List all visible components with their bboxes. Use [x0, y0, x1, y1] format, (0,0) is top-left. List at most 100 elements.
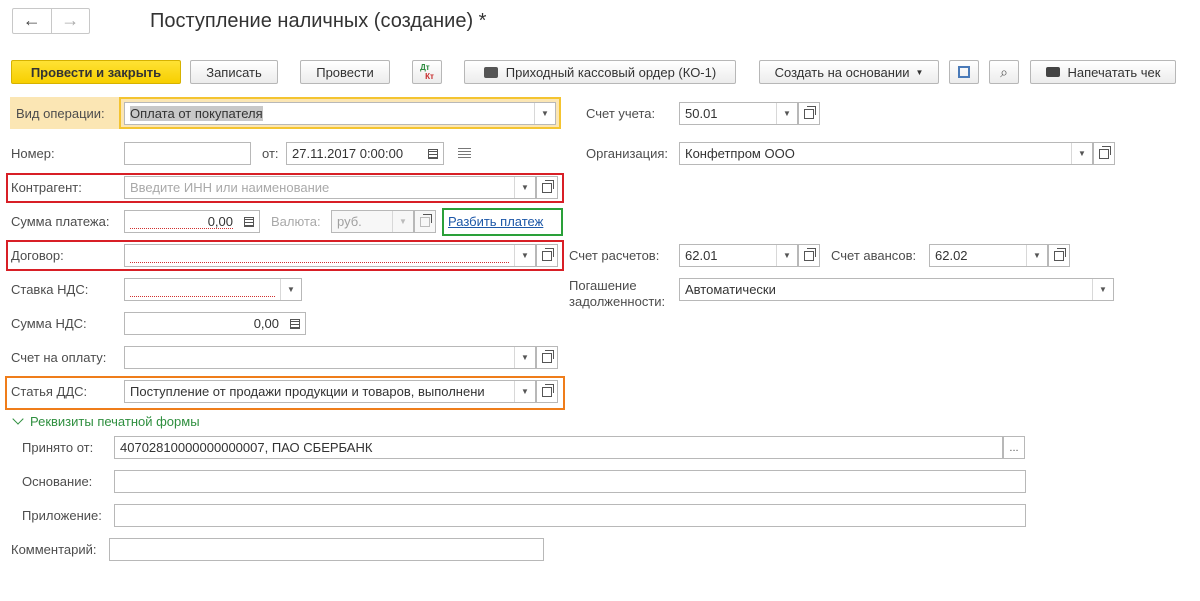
vat-sum-label: Сумма НДС:	[11, 316, 87, 331]
calculator-icon[interactable]	[285, 313, 305, 334]
settlement-account-value: 62.01	[685, 248, 718, 263]
open-icon	[1054, 247, 1066, 261]
open-icon	[542, 179, 554, 193]
required-underline	[130, 228, 233, 229]
operation-type-value: Оплата от покупателя	[130, 106, 263, 121]
counterparty-label: Контрагент:	[11, 180, 82, 195]
operation-type-select[interactable]: Оплата от покупателя ▼	[124, 102, 556, 125]
split-payment-link[interactable]: Разбить платеж	[448, 214, 543, 230]
number-label: Номер:	[11, 146, 55, 161]
chevron-down-icon[interactable]: ▼	[514, 245, 535, 266]
currency-select: руб. ▼	[331, 210, 414, 233]
organization-value: Конфетпром ООО	[685, 146, 795, 161]
create-based-label: Создать на основании	[774, 64, 910, 80]
structure-button[interactable]	[949, 60, 979, 84]
attach-button[interactable]: ⌕	[989, 60, 1019, 84]
dt-kt-button[interactable]: Дт Кт	[412, 60, 442, 84]
open-icon	[804, 105, 816, 119]
organization-select[interactable]: Конфетпром ООО ▼	[679, 142, 1093, 165]
date-input[interactable]: 27.11.2017 0:00:00	[286, 142, 444, 165]
account-select[interactable]: 50.01 ▼	[679, 102, 798, 125]
basis-input[interactable]	[114, 470, 1026, 493]
payment-sum-input[interactable]: 0,00	[124, 210, 260, 233]
chevron-down-icon[interactable]: ▼	[1092, 279, 1113, 300]
received-from-value: 40702810000000000007, ПАО СБЕРБАНК	[120, 440, 373, 455]
debt-repayment-value: Автоматически	[685, 282, 776, 297]
page-title: Поступление наличных (создание) *	[150, 10, 487, 32]
cash-flow-label: Статья ДДС:	[11, 384, 88, 399]
invoice-select[interactable]: ▼	[124, 346, 536, 369]
back-icon[interactable]: ←	[13, 9, 52, 33]
contract-open-button[interactable]	[536, 244, 558, 267]
debt-repayment-select[interactable]: Автоматически ▼	[679, 278, 1114, 301]
chevron-down-icon[interactable]: ▼	[514, 381, 535, 402]
received-from-select-button[interactable]: ...	[1003, 436, 1025, 459]
cash-register-icon	[1045, 67, 1060, 77]
chevron-down-icon[interactable]: ▼	[514, 347, 535, 368]
print-check-button[interactable]: Напечатать чек	[1030, 60, 1176, 84]
cash-flow-value: Поступление от продажи продукции и товар…	[130, 384, 485, 399]
open-icon	[804, 247, 816, 261]
required-underline	[130, 262, 509, 263]
account-open-button[interactable]	[798, 102, 820, 125]
chevron-down-icon[interactable]: ▼	[1026, 245, 1047, 266]
counterparty-input[interactable]: Введите ИНН или наименование ▼	[124, 176, 536, 199]
number-input[interactable]	[124, 142, 251, 165]
settlement-account-open-button[interactable]	[798, 244, 820, 267]
post-button[interactable]: Провести	[300, 60, 390, 84]
debt-repayment-label-1: Погашение	[569, 278, 637, 293]
open-icon	[542, 349, 554, 363]
received-from-input[interactable]: 40702810000000000007, ПАО СБЕРБАНК	[114, 436, 1003, 459]
print-check-label: Напечатать чек	[1067, 64, 1161, 80]
print-order-label: Приходный кассовый ордер (КО-1)	[505, 64, 717, 80]
attachment-input[interactable]	[114, 504, 1026, 527]
open-icon	[420, 213, 432, 227]
forward-icon[interactable]: →	[52, 9, 90, 33]
settlement-account-label: Счет расчетов:	[569, 248, 660, 263]
save-button[interactable]: Записать	[190, 60, 278, 84]
vat-rate-select[interactable]: ▼	[124, 278, 302, 301]
cash-flow-open-button[interactable]	[536, 380, 558, 403]
structure-icon	[958, 66, 970, 78]
open-icon	[1099, 145, 1111, 159]
dt-label: Дт	[420, 63, 430, 72]
currency-open-button	[414, 210, 436, 233]
received-from-label: Принято от:	[22, 440, 94, 455]
account-label: Счет учета:	[586, 106, 656, 121]
chevron-down-icon[interactable]: ▼	[534, 103, 555, 124]
open-icon	[542, 383, 554, 397]
post-and-close-button[interactable]: Провести и закрыть	[11, 60, 181, 84]
chevron-down-icon[interactable]: ▼	[776, 245, 797, 266]
comment-input[interactable]	[109, 538, 544, 561]
chevron-down-icon[interactable]: ▼	[1071, 143, 1092, 164]
organization-open-button[interactable]	[1093, 142, 1115, 165]
comment-label: Комментарий:	[11, 542, 97, 557]
advance-account-open-button[interactable]	[1048, 244, 1070, 267]
date-label: от:	[262, 146, 279, 161]
calculator-icon[interactable]	[239, 211, 259, 232]
counterparty-open-button[interactable]	[536, 176, 558, 199]
invoice-open-button[interactable]	[536, 346, 558, 369]
print-section-toggle[interactable]: Реквизиты печатной формы	[12, 413, 200, 429]
currency-label: Валюта:	[271, 214, 321, 229]
cash-flow-select[interactable]: Поступление от продажи продукции и товар…	[124, 380, 536, 403]
basis-label: Основание:	[22, 474, 93, 489]
create-based-on-button[interactable]: Создать на основании ▼	[759, 60, 939, 84]
chevron-down-icon	[12, 413, 24, 425]
document-history-icon[interactable]	[458, 148, 471, 158]
chevron-down-icon[interactable]: ▼	[776, 103, 797, 124]
dropdown-arrow-icon: ▼	[915, 67, 924, 77]
chevron-down-icon[interactable]: ▼	[280, 279, 301, 300]
calendar-icon[interactable]	[423, 143, 443, 164]
advance-account-value: 62.02	[935, 248, 968, 263]
attachment-label: Приложение:	[22, 508, 102, 523]
organization-label: Организация:	[586, 146, 669, 161]
counterparty-placeholder: Введите ИНН или наименование	[130, 180, 330, 195]
contract-input[interactable]: ▼	[124, 244, 536, 267]
advance-account-select[interactable]: 62.02 ▼	[929, 244, 1048, 267]
settlement-account-select[interactable]: 62.01 ▼	[679, 244, 798, 267]
chevron-down-icon[interactable]: ▼	[514, 177, 535, 198]
print-order-button[interactable]: Приходный кассовый ордер (КО-1)	[464, 60, 736, 84]
printer-icon	[483, 66, 498, 78]
vat-sum-input[interactable]: 0,00	[124, 312, 306, 335]
